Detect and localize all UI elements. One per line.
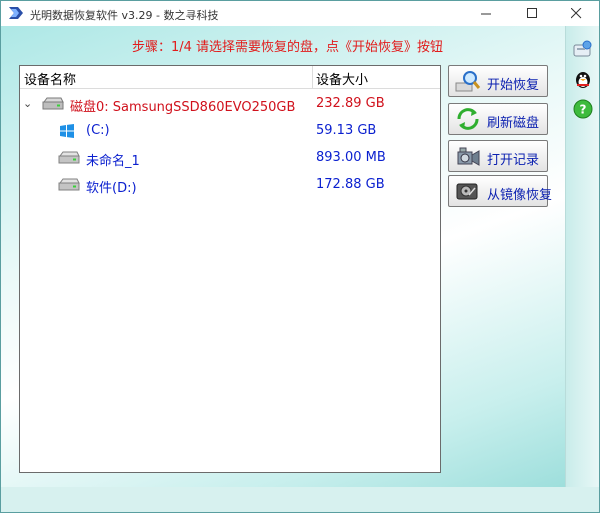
open-record-button[interactable]: 打开记录 [448,140,548,172]
device-name: (C:) [86,123,110,138]
tree-row-d[interactable]: 软件(D:) 172.88 GB [20,173,440,197]
device-name: 未命名_1 [86,154,140,169]
drive-icon [58,151,80,164]
button-label: 开始恢复 [487,78,540,93]
qq-penguin-icon[interactable] [572,68,594,90]
expand-chevron-icon[interactable]: ⌄ [23,97,32,110]
tree-row-disk0[interactable]: ⌄ 磁盘0: SamsungSSD860EVO250GB 232.89 GB [20,92,440,116]
title-bar: 光明数据恢复软件 v3.29 - 数之寻科技 [1,1,599,26]
device-name: 磁盘0: SamsungSSD860EVO250GB [70,100,296,115]
status-strip [1,487,599,512]
hard-drive-image-icon [456,183,478,200]
tree-row-unnamed[interactable]: 未命名_1 893.00 MB [20,146,440,170]
network-settings-icon[interactable] [572,39,594,61]
minimize-button[interactable] [463,1,509,26]
device-size: 59.13 GB [316,123,377,138]
device-size: 232.89 GB [316,96,385,111]
help-icon[interactable]: ? [572,98,594,120]
column-header-name[interactable]: 设备名称 [24,69,76,88]
device-size: 172.88 GB [316,177,385,192]
app-window: 光明数据恢复软件 v3.29 - 数之寻科技 步骤：1/4 请选择需要恢复的盘，… [0,0,600,513]
maximize-button[interactable] [509,1,555,26]
hard-disk-icon [42,97,64,110]
magnifier-icon [455,71,481,92]
camera-icon [457,147,480,166]
device-tree[interactable]: 设备名称 设备大小 ⌄ 磁盘0: SamsungSSD860EVO250GB 2… [19,65,441,473]
button-label: 从镜像恢复 [487,188,553,203]
refresh-icon [457,108,479,130]
minimize-icon [480,13,491,15]
column-header-size[interactable]: 设备大小 [316,69,368,88]
maximize-icon [526,8,537,18]
button-label: 打开记录 [487,153,540,168]
drive-icon [58,178,80,191]
windows-logo-icon [60,124,74,138]
close-icon [570,8,581,19]
refresh-disk-button[interactable]: 刷新磁盘 [448,103,548,135]
start-recovery-button[interactable]: 开始恢复 [448,65,548,97]
column-divider[interactable] [312,66,313,88]
window-title: 光明数据恢复软件 v3.29 - 数之寻科技 [30,9,219,22]
svg-text:?: ? [580,103,587,117]
button-label: 刷新磁盘 [487,116,540,131]
tree-row-c[interactable]: (C:) 59.13 GB [20,119,440,143]
step-instruction: 步骤：1/4 请选择需要恢复的盘，点《开始恢复》按钮 [132,40,444,55]
side-rail: ? [565,26,599,488]
device-size: 893.00 MB [316,150,386,165]
app-logo-icon [9,7,23,19]
close-button[interactable] [553,1,599,26]
recover-from-image-button[interactable]: 从镜像恢复 [448,175,552,207]
tree-header: 设备名称 设备大小 [20,66,440,89]
device-name: 软件(D:) [86,181,137,196]
